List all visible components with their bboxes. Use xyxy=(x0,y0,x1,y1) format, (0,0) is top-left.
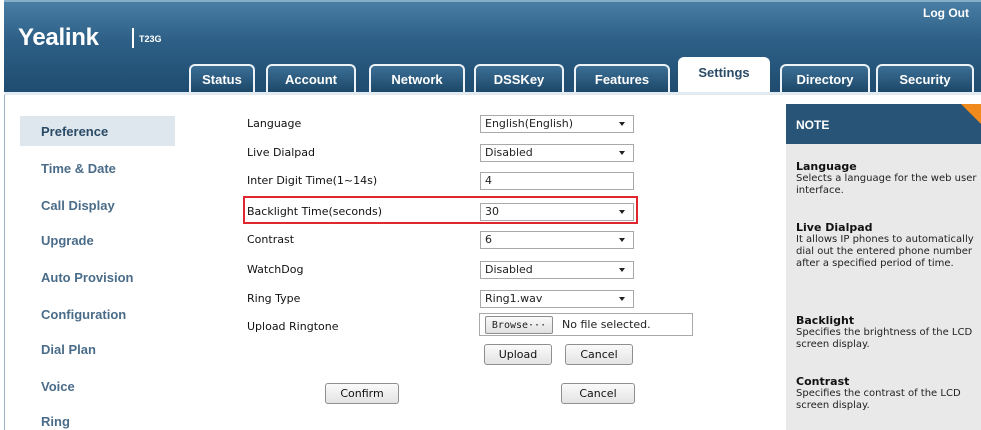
tab-account[interactable]: Account xyxy=(266,64,356,92)
tab-directory[interactable]: Directory xyxy=(780,64,870,92)
note-contrast-heading: Contrast xyxy=(796,375,850,388)
note-panel: NOTE Language Selects a language for the… xyxy=(786,104,981,430)
upload-cancel-button[interactable]: Cancel xyxy=(565,344,633,365)
upload-ringtone-label: Upload Ringtone xyxy=(247,320,339,333)
language-label: Language xyxy=(247,117,302,130)
sidebar-item-call-display[interactable]: Call Display xyxy=(20,190,175,220)
tab-settings[interactable]: Settings xyxy=(678,57,770,94)
note-language-heading: Language xyxy=(796,160,857,173)
chevron-down-icon xyxy=(619,297,625,301)
tab-dsskey[interactable]: DSSKey xyxy=(474,64,564,92)
sidebar-item-upgrade[interactable]: Upgrade xyxy=(20,225,175,255)
header-bar: Yealink T23G Log Out Status Account Netw… xyxy=(4,0,981,94)
note-backlight-heading: Backlight xyxy=(796,314,855,327)
contrast-select-value: 6 xyxy=(485,233,492,246)
content-frame-top xyxy=(4,92,981,95)
tab-status[interactable]: Status xyxy=(189,64,255,92)
language-select[interactable]: English(English) xyxy=(480,115,634,133)
browse-button[interactable]: Browse··· xyxy=(485,316,553,334)
sidebar-item-ring[interactable]: Ring xyxy=(20,406,175,430)
backlight-highlight-box xyxy=(243,196,638,224)
model-label: T23G xyxy=(139,34,162,44)
sidebar-item-time-date[interactable]: Time & Date xyxy=(20,153,175,183)
contrast-select[interactable]: 6 xyxy=(480,231,634,249)
no-file-text: No file selected. xyxy=(562,318,651,331)
note-live-dialpad-text: It allows IP phones to automatically dia… xyxy=(796,234,974,269)
preference-form: Language English(English) Live Dialpad D… xyxy=(240,104,660,430)
confirm-button[interactable]: Confirm xyxy=(325,383,399,404)
chevron-down-icon xyxy=(619,122,625,126)
note-contrast-text: Specifies the contrast of the LCD screen… xyxy=(796,388,961,411)
sidebar-item-voice[interactable]: Voice xyxy=(20,371,175,401)
ring-type-select[interactable]: Ring1.wav xyxy=(480,290,634,308)
watchdog-select-value: Disabled xyxy=(485,263,533,276)
language-select-value: English(English) xyxy=(485,117,574,130)
live-dialpad-select-value: Disabled xyxy=(485,146,533,159)
live-dialpad-select[interactable]: Disabled xyxy=(480,144,634,162)
watchdog-select[interactable]: Disabled xyxy=(480,261,634,279)
sidebar-item-configuration[interactable]: Configuration xyxy=(20,299,175,329)
inter-digit-input[interactable]: 4 xyxy=(480,172,634,190)
chevron-down-icon xyxy=(619,151,625,155)
header-highlight xyxy=(4,0,981,2)
note-title: NOTE xyxy=(796,118,830,132)
cancel-button[interactable]: Cancel xyxy=(561,383,635,404)
chevron-down-icon xyxy=(619,268,625,272)
logo-separator xyxy=(132,28,134,48)
note-backlight-text: Specifies the brightness of the LCD scre… xyxy=(796,327,973,350)
note-live-dialpad-heading: Live Dialpad xyxy=(796,221,873,234)
ring-type-select-value: Ring1.wav xyxy=(485,292,543,305)
ring-type-label: Ring Type xyxy=(247,292,301,305)
watchdog-label: WatchDog xyxy=(247,263,304,276)
contrast-label: Contrast xyxy=(247,233,295,246)
logout-link[interactable]: Log Out xyxy=(923,6,969,20)
note-corner-accent xyxy=(961,104,981,124)
chevron-down-icon xyxy=(619,238,625,242)
tab-features[interactable]: Features xyxy=(574,64,670,92)
inter-digit-label: Inter Digit Time(1~14s) xyxy=(247,174,378,187)
upload-button[interactable]: Upload xyxy=(484,344,552,365)
settings-sidebar: Preference Time & Date Call Display Upgr… xyxy=(20,104,175,430)
note-language-text: Selects a language for the web user inte… xyxy=(796,173,977,196)
tab-security[interactable]: Security xyxy=(876,64,974,92)
yealink-logo: Yealink xyxy=(18,24,99,51)
sidebar-item-preference[interactable]: Preference xyxy=(20,116,175,146)
sidebar-item-auto-provision[interactable]: Auto Provision xyxy=(20,262,175,292)
sidebar-item-dial-plan[interactable]: Dial Plan xyxy=(20,334,175,364)
live-dialpad-label: Live Dialpad xyxy=(247,146,315,159)
note-header: NOTE xyxy=(786,104,981,144)
tab-network[interactable]: Network xyxy=(369,64,465,92)
